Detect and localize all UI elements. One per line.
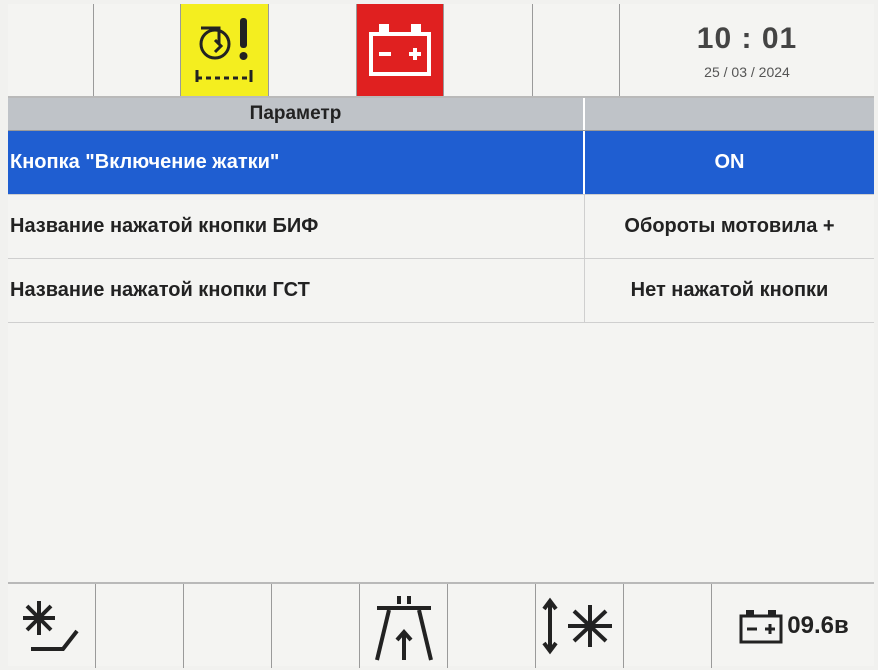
clock-time: 10 : 01 [696,22,798,55]
bottom-function-bar: 09.6в [8,582,874,668]
header-drive-warning-indicator[interactable] [181,4,269,96]
status-slot-6[interactable] [444,4,533,96]
function-slot-3[interactable] [184,584,272,668]
header-drive-warning-icon [195,18,253,82]
clock-panel: 10 : 01 25 / 03 / 2024 [620,4,874,96]
value-column-header [585,98,874,130]
parameter-name: Название нажатой кнопки БИФ [8,195,585,258]
status-slot-2[interactable] [94,4,181,96]
road-mode-icon [374,596,433,661]
function-slot-6[interactable] [448,584,536,668]
parameter-name: Кнопка "Включение жатки" [8,131,585,194]
function-slot-8[interactable] [624,584,712,668]
status-slot-4[interactable] [269,4,357,96]
terminal-screen: 10 : 01 25 / 03 / 2024 Параметр Кнопка "… [8,4,874,668]
road-mode-button[interactable] [360,584,448,668]
status-slot-7[interactable] [533,4,620,96]
battery-voltage-value: 09.6в [787,612,849,639]
function-slot-2[interactable] [96,584,184,668]
parameter-column-header: Параметр [8,98,585,130]
function-slot-4[interactable] [272,584,360,668]
parameter-name: Название нажатой кнопки ГСТ [8,259,585,322]
battery-icon [739,610,783,644]
reel-tilt-icon [22,601,79,651]
table-header: Параметр [8,98,874,131]
battery-warning-indicator[interactable] [357,4,444,96]
battery-voltage-panel: 09.6в [712,584,874,668]
battery-warning-icon [369,24,431,76]
parameter-value: Нет нажатой кнопки [630,279,829,301]
table-row[interactable]: Название нажатой кнопки ГСТ Нет нажатой … [8,259,874,323]
reel-height-icon [541,597,612,655]
top-status-bar: 10 : 01 25 / 03 / 2024 [8,4,874,98]
table-row[interactable]: Название нажатой кнопки БИФ Обороты мото… [8,195,874,259]
parameter-value: Обороты мотовила + [624,215,835,237]
parameter-value: ON [714,151,745,173]
table-row[interactable]: Кнопка "Включение жатки" ON [8,131,874,195]
clock-date: 25 / 03 / 2024 [704,64,790,80]
status-slot-1[interactable] [8,4,94,96]
reel-tilt-button[interactable] [8,584,96,668]
reel-height-button[interactable] [536,584,624,668]
